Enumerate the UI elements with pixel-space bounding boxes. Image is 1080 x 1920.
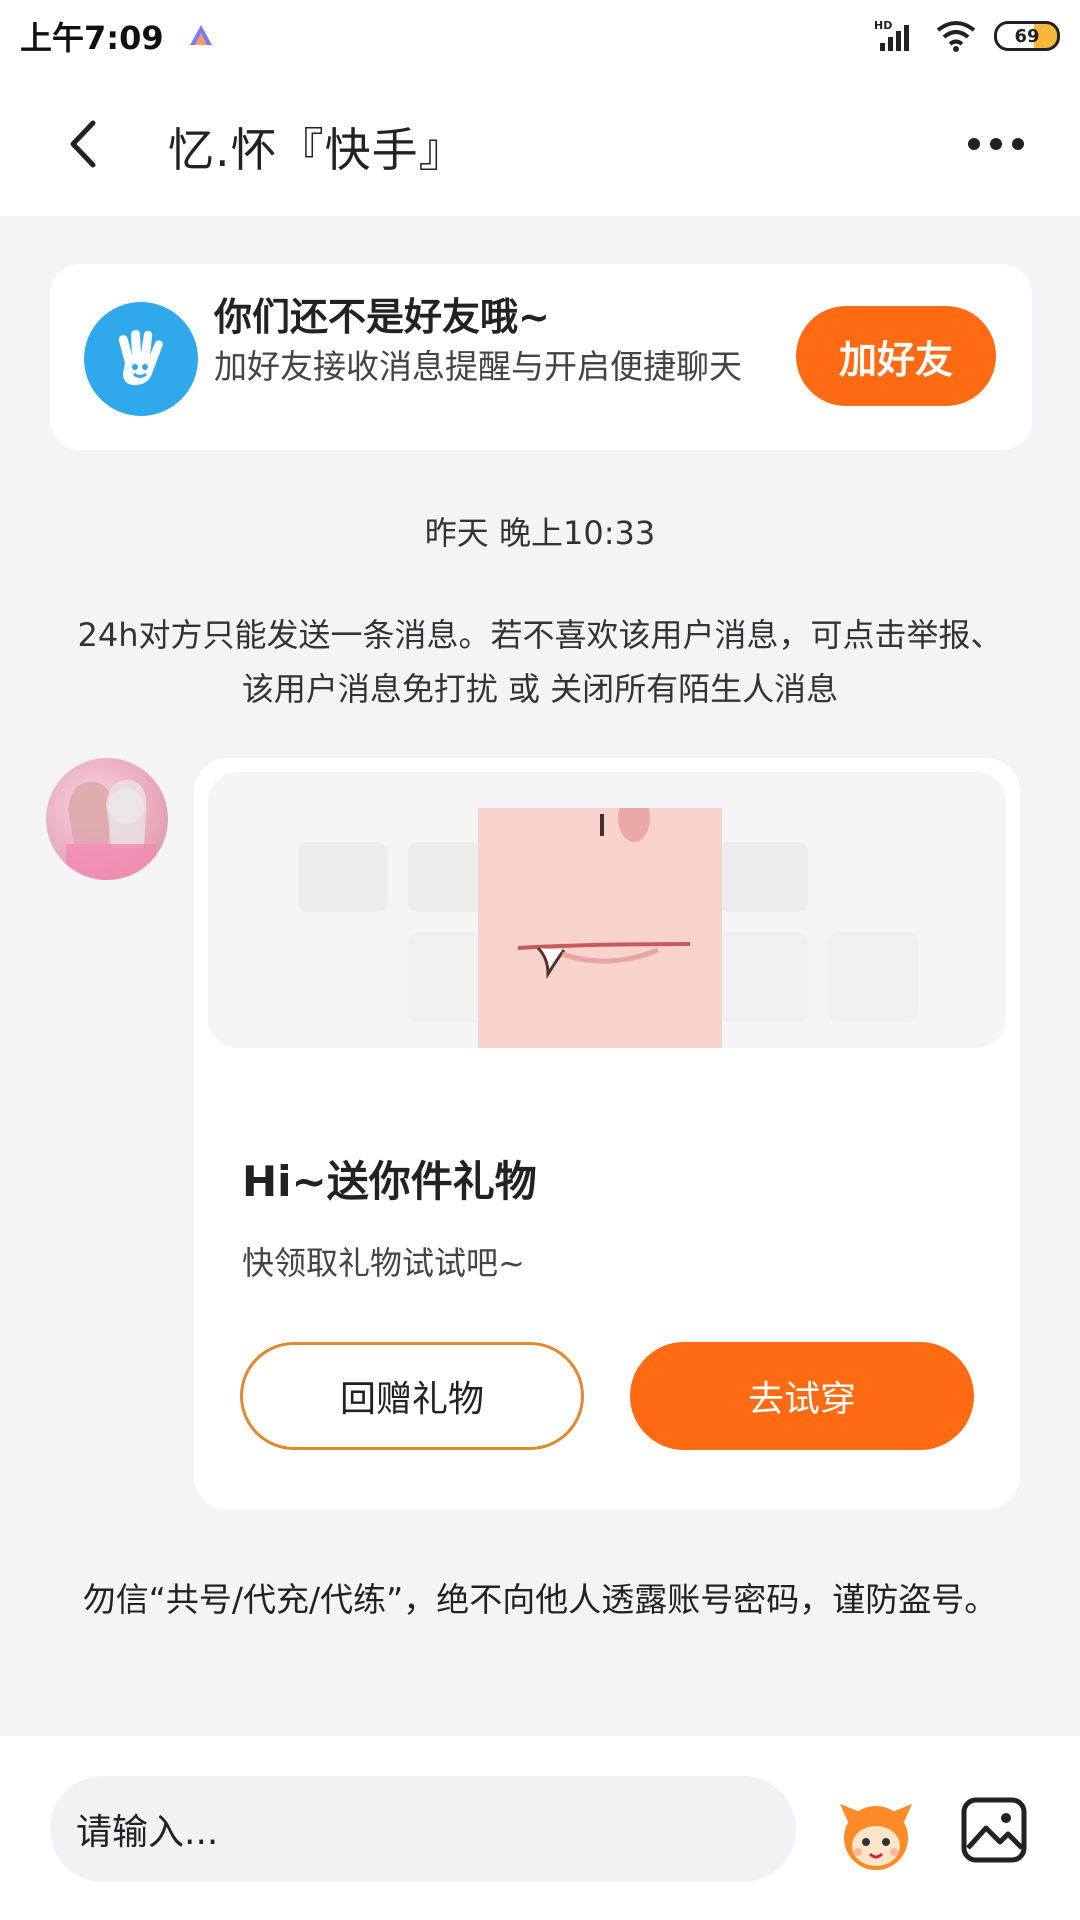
image-icon[interactable] [960, 1796, 1028, 1864]
battery-indicator: 69 [994, 21, 1060, 51]
stranger-message-notice: 24h对方只能发送一条消息。若不喜欢该用户消息，可点击举报、该用户消息免打扰 或… [77, 616, 1003, 708]
status-time: 上午7:09 [20, 19, 164, 57]
more-dots-icon [968, 138, 1024, 150]
add-friend-button[interactable]: 加好友 [796, 306, 996, 406]
status-right: HD 69 [874, 19, 1060, 53]
security-warning: 勿信“共号/代充/代练”，绝不向他人透露账号密码，谨防盗号。 [82, 1580, 998, 1619]
chat-title: 忆.怀『快手』 [168, 123, 466, 177]
svg-text:HD: HD [874, 19, 892, 32]
try-on-button[interactable]: 去试穿 [630, 1342, 974, 1450]
emoji-mascot-icon[interactable] [834, 1792, 918, 1876]
sender-avatar[interactable] [46, 758, 168, 880]
more-button[interactable] [956, 116, 1036, 172]
wave-hand-icon [84, 302, 198, 416]
app-notification-icon [189, 25, 212, 45]
message-input-bar: 请输入... [0, 1736, 1080, 1920]
status-bar: 上午7:09 HD 69 [0, 0, 1080, 72]
chat-header: 忆.怀『快手』 [0, 72, 1080, 216]
banner-description: 加好友接收消息提醒与开启便捷聊天 [214, 347, 742, 386]
return-gift-button[interactable]: 回赠礼物 [240, 1342, 584, 1450]
input-placeholder: 请输入... [76, 1812, 219, 1853]
gift-subtitle: 快领取礼物试试吧~ [242, 1244, 525, 1282]
signal-icon: HD [874, 19, 909, 51]
gift-product-image [478, 794, 722, 1048]
not-friends-banner: 你们还不是好友哦~ 加好友接收消息提醒与开启便捷聊天 加好友 [50, 264, 1032, 450]
gift-message-card[interactable]: Hi~送你件礼物 快领取礼物试试吧~ 回赠礼物 去试穿 [194, 758, 1020, 1510]
avatar-image [66, 779, 156, 880]
gift-banner [208, 772, 1006, 1048]
wifi-icon [936, 21, 976, 52]
message-timestamp: 昨天 晚上10:33 [424, 514, 656, 552]
battery-level: 69 [1014, 25, 1040, 47]
banner-title: 你们还不是好友哦~ [214, 295, 550, 339]
message-input[interactable]: 请输入... [50, 1776, 796, 1882]
chevron-left-icon [70, 120, 96, 168]
back-button[interactable] [52, 114, 112, 174]
gift-title: Hi~送你件礼物 [242, 1157, 537, 1206]
